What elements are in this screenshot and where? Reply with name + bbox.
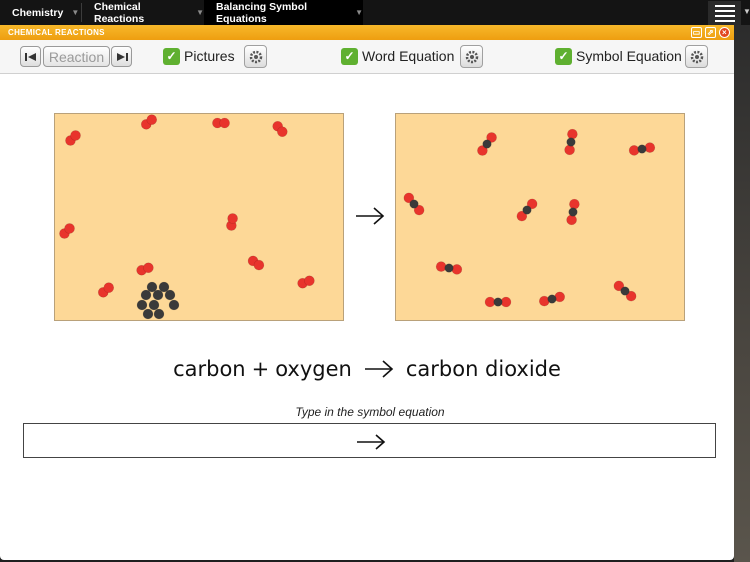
- pictures-settings-button[interactable]: [244, 45, 267, 68]
- gear-icon: [690, 50, 703, 63]
- oxygen-atom: [219, 117, 230, 129]
- step-forward-icon: [116, 52, 128, 61]
- gear-icon: [465, 50, 478, 63]
- oxygen-atom: [64, 223, 75, 234]
- pictures-label: Pictures: [184, 48, 235, 64]
- plus-sign: +: [251, 357, 270, 381]
- oxygen-atom: [103, 282, 115, 293]
- arrow-icon: [357, 434, 386, 450]
- oxygen-atom: [277, 126, 288, 138]
- carbon-atom: [140, 289, 152, 301]
- products-panel: [395, 113, 685, 321]
- carbon-atom: [637, 144, 647, 154]
- chevron-down-icon: ▼: [196, 8, 204, 17]
- next-button[interactable]: [111, 46, 132, 67]
- carbon-atom: [142, 308, 154, 320]
- carbon-atom: [566, 137, 576, 147]
- breadcrumb-bar: Chemistry ▼ Chemical Reactions ▼ Balanci…: [0, 0, 750, 25]
- reaction-arrow-icon: [356, 207, 385, 225]
- word-equation: carbon + oxygen carbon dioxide: [0, 357, 734, 381]
- chevron-down-icon: ▼: [743, 7, 750, 16]
- breadcrumb-chemical-reactions[interactable]: Chemical Reactions ▼: [82, 0, 204, 25]
- word-equation-settings-button[interactable]: [460, 45, 483, 68]
- oxygen-atom: [70, 130, 81, 141]
- chevron-down-icon: ▼: [355, 8, 363, 17]
- reactants-panel: [54, 113, 344, 321]
- arrow-icon: [364, 360, 394, 378]
- breadcrumb-label: Chemical Reactions: [94, 0, 145, 25]
- word-equation-label: Word Equation: [362, 48, 455, 64]
- gear-icon: [249, 50, 262, 63]
- carbon-atom: [444, 263, 454, 273]
- carbon-atom: [568, 207, 578, 217]
- product: carbon dioxide: [405, 357, 561, 381]
- reaction-button[interactable]: Reaction: [43, 46, 110, 67]
- carbon-atom: [136, 299, 148, 311]
- carbon-atom: [409, 199, 419, 209]
- window-titlebar: CHEMICAL REACTIONS ▭ ⇗ ×: [0, 25, 734, 40]
- carbon-atom: [522, 205, 532, 215]
- carbon-atom: [482, 139, 492, 149]
- pictures-checkbox[interactable]: ✓: [163, 48, 180, 65]
- oxygen-atom: [253, 259, 265, 271]
- carbon-atom: [620, 286, 630, 296]
- oxygen-atom: [146, 114, 158, 125]
- carbon-atom: [148, 299, 160, 311]
- oxygen-atom: [143, 262, 154, 274]
- carbon-atom: [153, 308, 165, 320]
- breadcrumb-label: Balancing Symbol Equations: [216, 0, 308, 25]
- carbon-atom: [164, 289, 176, 301]
- popout-icon[interactable]: ⇗: [705, 27, 716, 38]
- background: [734, 25, 750, 562]
- chevron-down-icon: ▼: [71, 8, 80, 17]
- reactant-2: oxygen: [275, 357, 352, 381]
- carbon-atom: [168, 299, 180, 311]
- close-icon[interactable]: ×: [719, 27, 730, 38]
- oxygen-atom: [227, 213, 238, 224]
- reactant-1: carbon: [173, 357, 246, 381]
- toolbar: Reaction ✓ Pictures ✓ Word Equation ✓ Sy…: [0, 40, 734, 74]
- breadcrumb-balancing-symbol-equations[interactable]: Balancing Symbol Equations ▼: [204, 0, 363, 25]
- symbol-equation-checkbox[interactable]: ✓: [555, 48, 572, 65]
- window-title: CHEMICAL REACTIONS: [8, 28, 105, 37]
- breadcrumb-label: Chemistry: [12, 6, 64, 19]
- minimize-icon[interactable]: ▭: [691, 27, 702, 38]
- oxygen-atom: [304, 275, 315, 287]
- products-molecules: [403, 128, 656, 308]
- breadcrumb-chemistry[interactable]: Chemistry ▼: [0, 0, 81, 25]
- menu-button[interactable]: [708, 1, 741, 25]
- symbol-equation-settings-button[interactable]: [685, 45, 708, 68]
- carbon-atom: [493, 297, 503, 307]
- symbol-equation-label: Symbol Equation: [576, 48, 682, 64]
- reactants-molecules: [59, 114, 315, 320]
- word-equation-checkbox[interactable]: ✓: [341, 48, 358, 65]
- previous-button[interactable]: [20, 46, 41, 67]
- symbol-equation-prompt: Type in the symbol equation: [295, 405, 445, 419]
- carbon-atom: [152, 289, 164, 301]
- symbol-equation-input[interactable]: [23, 423, 716, 458]
- carbon-atom: [547, 294, 557, 304]
- step-back-icon: [24, 52, 36, 61]
